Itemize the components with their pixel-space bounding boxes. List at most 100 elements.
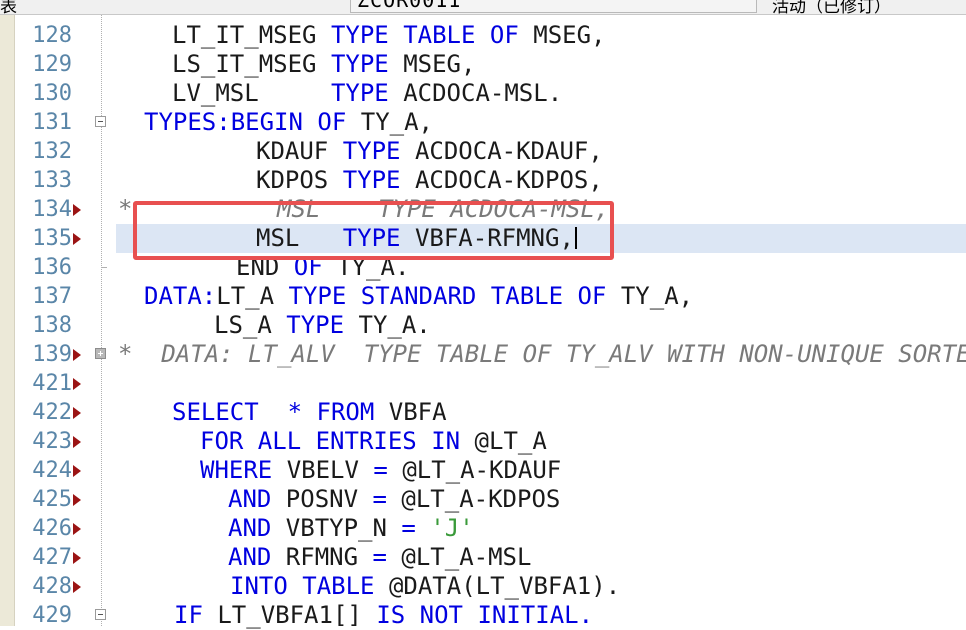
- collapse-block-icon[interactable]: [95, 116, 106, 127]
- keyword-token: TYPE: [342, 137, 415, 165]
- keyword-token: TYPE: [342, 166, 415, 194]
- code-line[interactable]: 427 AND RFMNG = @LT_A-MSL: [0, 543, 966, 572]
- identifier-token: MSEG,: [403, 50, 476, 78]
- keyword-token: AND: [228, 514, 286, 542]
- keyword-token: SELECT * FROM: [172, 398, 389, 426]
- line-number: 138: [32, 313, 72, 338]
- code-text[interactable]: DATA:LT_A TYPE STANDARD TABLE OF TY_A,: [144, 282, 693, 311]
- keyword-token: TYPE TABLE OF: [330, 21, 534, 49]
- code-text[interactable]: AND POSNV = @LT_A-KDPOS: [228, 485, 560, 514]
- code-line[interactable]: 132 KDAUF TYPE ACDOCA-KDAUF,: [0, 137, 966, 166]
- code-line[interactable]: 423 FOR ALL ENTRIES IN @LT_A: [0, 427, 966, 456]
- identifier-token: LS_A: [214, 311, 287, 339]
- identifier-token: MSEG,: [533, 21, 606, 49]
- code-line[interactable]: 421: [0, 369, 966, 398]
- line-number: 134: [32, 197, 72, 222]
- code-line[interactable]: 133 KDPOS TYPE ACDOCA-KDPOS,: [0, 166, 966, 195]
- keyword-token: =: [372, 543, 402, 571]
- keyword-token: =: [372, 485, 402, 513]
- code-line[interactable]: 138 LS_A TYPE TY_A.: [0, 311, 966, 340]
- change-marker-icon: [73, 494, 81, 506]
- line-number: 427: [32, 545, 72, 570]
- code-line[interactable]: 424 WHERE VBELV = @LT_A-KDAUF: [0, 456, 966, 485]
- keyword-token: TYPE: [330, 50, 404, 78]
- fold-end-tick: [101, 267, 107, 268]
- title-bar: 表 ZCOR0011 活动（已修订）: [0, 0, 966, 15]
- code-line[interactable]: 422 SELECT * FROM VBFA: [0, 398, 966, 427]
- code-text[interactable]: FOR ALL ENTRIES IN @LT_A: [200, 427, 547, 456]
- code-text[interactable]: KDPOS TYPE ACDOCA-KDPOS,: [256, 166, 603, 195]
- code-line[interactable]: 131 TYPES:BEGIN OF TY_A,: [0, 108, 966, 137]
- identifier-token: ACDOCA-MSL.: [403, 79, 563, 107]
- comment-token: * DATA: LT_ALV TYPE TABLE OF TY_ALV WITH…: [118, 340, 966, 368]
- code-text[interactable]: AND VBTYP_N = 'J': [228, 514, 474, 543]
- code-text[interactable]: LV_MSL TYPE ACDOCA-MSL.: [172, 79, 562, 108]
- change-marker-icon: [73, 523, 81, 535]
- code-text[interactable]: INTO TABLE @DATA(LT_VBFA1).: [230, 572, 620, 601]
- code-text[interactable]: * DATA: LT_ALV TYPE TABLE OF TY_ALV WITH…: [118, 340, 966, 369]
- code-text[interactable]: AND RFMNG = @LT_A-MSL: [228, 543, 531, 572]
- code-text[interactable]: LS_A TYPE TY_A.: [214, 311, 431, 340]
- code-text[interactable]: WHERE VBELV = @LT_A-KDAUF: [200, 456, 561, 485]
- line-number: 137: [32, 284, 72, 309]
- identifier-token: TY_A,: [620, 282, 694, 310]
- line-number: 135: [32, 226, 72, 251]
- program-name-field[interactable]: ZCOR0011: [350, 0, 757, 13]
- code-line[interactable]: 128 LT_IT_MSEG TYPE TABLE OF MSEG,: [0, 21, 966, 50]
- code-line[interactable]: 426 AND VBTYP_N = 'J': [0, 514, 966, 543]
- string-token: 'J': [430, 514, 474, 542]
- line-number: 130: [32, 81, 72, 106]
- line-number: 426: [32, 516, 72, 541]
- line-number: 425: [32, 487, 72, 512]
- identifier-token: @DATA(LT_VBFA1).: [388, 572, 621, 600]
- keyword-token: =: [373, 456, 403, 484]
- line-number: 132: [32, 139, 72, 164]
- identifier-token: POSNV: [285, 485, 373, 513]
- expand-block-icon[interactable]: [95, 348, 106, 359]
- identifier-token: ACDOCA-KDPOS,: [414, 166, 603, 194]
- identifier-token: RFMNG: [285, 543, 373, 571]
- keyword-token: DATA:: [144, 282, 217, 310]
- code-text[interactable]: SELECT * FROM VBFA: [172, 398, 447, 427]
- identifier-token: KDAUF: [256, 137, 343, 165]
- code-line[interactable]: 425 AND POSNV = @LT_A-KDPOS: [0, 485, 966, 514]
- change-marker-icon: [73, 436, 81, 448]
- code-line[interactable]: 428 INTO TABLE @DATA(LT_VBFA1).: [0, 572, 966, 601]
- keyword-token: TYPE: [286, 311, 359, 339]
- abap-code-editor[interactable]: 128 LT_IT_MSEG TYPE TABLE OF MSEG, 129 LS_I…: [0, 15, 966, 629]
- keyword-token: TYPES:BEGIN OF: [144, 108, 361, 136]
- code-text[interactable]: LS_IT_MSEG TYPE MSEG,: [172, 50, 475, 79]
- identifier-token: LT_VBFA1[]: [217, 601, 377, 629]
- code-text[interactable]: TYPES:BEGIN OF TY_A,: [144, 108, 433, 137]
- line-number: 128: [32, 23, 72, 48]
- code-line[interactable]: 139 * DATA: LT_ALV TYPE TABLE OF TY_ALV W…: [0, 340, 966, 369]
- change-marker-icon: [73, 407, 81, 419]
- line-number: 131: [32, 110, 72, 135]
- line-number: 129: [32, 52, 72, 77]
- code-line[interactable]: 129 LS_IT_MSEG TYPE MSEG,: [0, 50, 966, 79]
- program-name: ZCOR0011: [357, 0, 462, 12]
- change-marker-icon: [73, 349, 81, 361]
- code-line[interactable]: 130 LV_MSL TYPE ACDOCA-MSL.: [0, 79, 966, 108]
- title-bar-left-text: 表: [0, 0, 17, 15]
- code-text[interactable]: KDAUF TYPE ACDOCA-KDAUF,: [256, 137, 603, 166]
- identifier-token: LV_MSL: [172, 79, 331, 107]
- line-number: 421: [32, 371, 72, 396]
- identifier-token: LT_A: [216, 282, 289, 310]
- line-number: 133: [32, 168, 72, 193]
- identifier-token: VBFA: [388, 398, 447, 426]
- line-number: 423: [32, 429, 72, 454]
- line-number: 424: [32, 458, 72, 483]
- keyword-token: TYPE STANDARD TABLE OF: [288, 282, 621, 310]
- identifier-token: TY_A,: [360, 108, 433, 136]
- identifier-token: @LT_A-KDPOS: [401, 485, 561, 513]
- code-text[interactable]: LT_IT_MSEG TYPE TABLE OF MSEG,: [172, 21, 606, 50]
- change-marker-icon: [73, 581, 81, 593]
- keyword-token: =: [401, 514, 431, 542]
- collapse-block-icon[interactable]: [95, 609, 106, 620]
- identifier-token: VBELV: [286, 456, 374, 484]
- keyword-token: IS NOT INITIAL.: [376, 601, 594, 629]
- keyword-token: AND: [228, 485, 286, 513]
- code-line[interactable]: 137 DATA:LT_A TYPE STANDARD TABLE OF TY_A…: [0, 282, 966, 311]
- keyword-token: INTO TABLE: [230, 572, 389, 600]
